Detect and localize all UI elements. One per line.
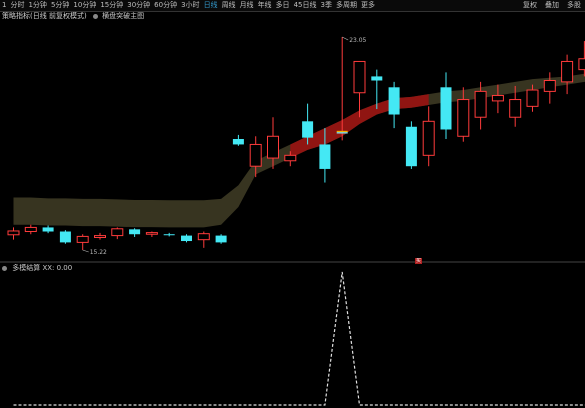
signal-line	[13, 271, 585, 406]
candle-body	[543, 80, 556, 92]
candle-body	[422, 120, 435, 156]
candle-body	[249, 143, 262, 167]
sub-indicator-label[interactable]: 多模结算 XX: 0.00	[12, 264, 72, 272]
candle-body	[7, 230, 20, 236]
sub-legend: 多模结算 XX: 0.00	[2, 264, 72, 273]
candle-body	[111, 228, 124, 237]
candle-body	[197, 233, 210, 241]
candle-body	[578, 58, 585, 71]
sub-indicator-dot-icon[interactable]	[2, 265, 7, 271]
main-legend: 策略指标(日线 前复权模式) 横盘突破主图	[2, 12, 144, 21]
low-pointer	[82, 249, 89, 253]
candlestick-chart[interactable]: 23.05 15.22	[0, 0, 585, 408]
candle-body	[129, 229, 141, 235]
highlight-candle-bottom	[336, 132, 348, 134]
candle-body	[76, 235, 89, 243]
indicator-label[interactable]: 横盘突破主图	[102, 12, 144, 20]
candle-body	[526, 89, 539, 107]
candle-body	[267, 135, 279, 159]
candle-body	[353, 60, 366, 94]
candle-body	[42, 227, 54, 232]
candle-body	[163, 234, 175, 236]
candle-body	[561, 60, 574, 83]
high-price-label: 23.05	[349, 37, 366, 44]
candle-body	[491, 94, 504, 102]
candle-body	[440, 87, 452, 130]
candle-body	[509, 99, 522, 118]
candle-body	[145, 232, 158, 235]
candle-body	[59, 231, 71, 243]
candle-body	[302, 121, 314, 138]
candle-body	[24, 226, 37, 233]
candle-body	[215, 235, 227, 243]
candle-body	[319, 144, 331, 169]
candle-body	[474, 90, 487, 118]
candle-body	[405, 126, 417, 167]
candle-body	[457, 99, 470, 137]
low-price-label: 15.22	[90, 249, 107, 256]
indicator-dot-icon[interactable]	[92, 13, 98, 19]
candle-body	[284, 154, 297, 162]
highlight-candle-top	[336, 130, 348, 133]
candle-body	[388, 87, 400, 115]
strategy-label: 策略指标(日线 前复权模式)	[2, 12, 87, 20]
candle-body	[232, 139, 244, 145]
chart-window: 1 分时 1分钟 5分钟 10分钟 15分钟 30分钟 60分钟 3小时 日线 周线 月线 年线 多日 45…	[0, 0, 585, 408]
high-pointer	[342, 36, 349, 41]
candle-body	[181, 235, 192, 242]
candle-body	[371, 76, 383, 81]
buy-marker[interactable]: 买	[415, 258, 422, 264]
candle-body	[94, 235, 106, 238]
